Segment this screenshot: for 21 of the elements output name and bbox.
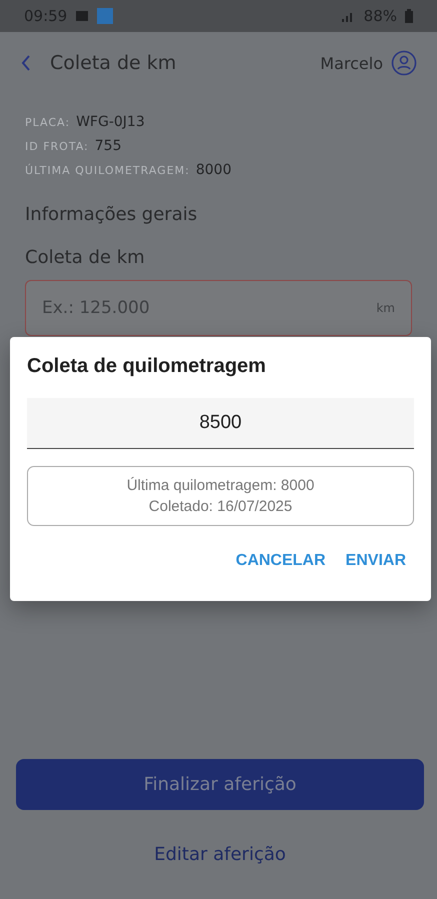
info-label: PLACA: xyxy=(25,116,70,129)
info-value: 755 xyxy=(94,138,122,154)
info-text: Coletado: 16/07/2025 xyxy=(148,498,292,515)
dialog-title: Coleta de quilometragem xyxy=(27,355,267,378)
battery-icon xyxy=(405,9,413,23)
km-input-field[interactable]: Ex.: 125.000 km xyxy=(25,280,412,336)
screen-title: Coleta de km xyxy=(50,52,176,74)
section-title: Informações gerais xyxy=(24,203,198,225)
user-name: Marcelo xyxy=(320,54,383,72)
field-label: Coleta de km xyxy=(24,246,146,268)
info-label: ID FROTA: xyxy=(25,140,89,153)
user-icon[interactable] xyxy=(391,50,417,76)
info-value: 8000 xyxy=(196,162,232,178)
send-button[interactable]: ENVIAR xyxy=(338,548,414,574)
cancel-button[interactable]: CANCELAR xyxy=(228,548,334,574)
back-icon[interactable] xyxy=(20,54,32,72)
info-label: ÚLTIMA QUILOMETRAGEM: xyxy=(25,164,190,177)
km-value-field[interactable]: 8500 xyxy=(27,398,414,449)
info-value: WFG-0J13 xyxy=(76,114,145,130)
edit-link[interactable]: Editar aferição xyxy=(150,840,290,869)
info-text: Última quilometragem: 8000 xyxy=(126,477,314,494)
